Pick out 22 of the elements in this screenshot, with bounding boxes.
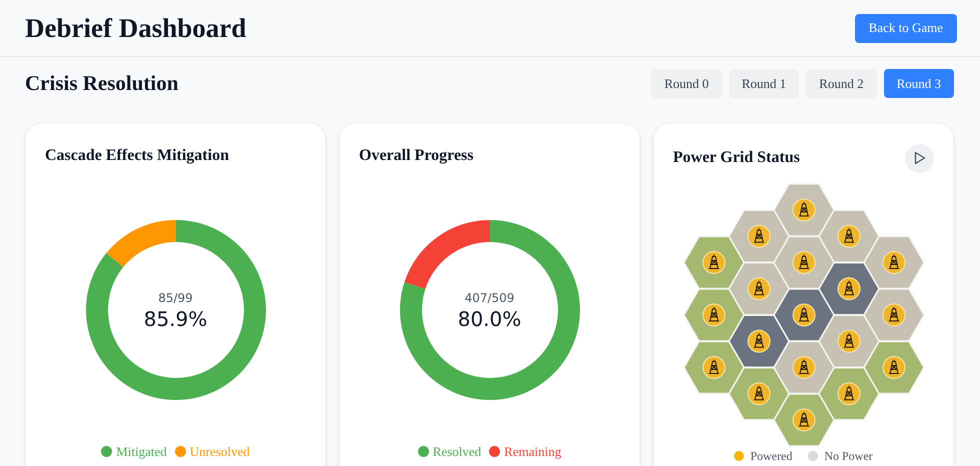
legend-label: Powered (750, 448, 792, 464)
round-tab[interactable]: Round 0 (651, 69, 722, 98)
legend-label: Resolved (432, 442, 482, 460)
round-tab[interactable]: Round 1 (728, 69, 800, 98)
legend-label: Mitigated (116, 442, 167, 461)
percent-value: 85.9% (144, 306, 208, 330)
back-button[interactable]: Back to Game (854, 14, 957, 42)
card-title: Overall Progress (359, 146, 474, 166)
card-title: Cascade Effects Mitigation (45, 146, 230, 166)
page-title: Debrief Dashboard (25, 12, 246, 45)
round-tab[interactable]: Round 3 (884, 69, 954, 98)
round-tab[interactable]: Round 2 (806, 69, 877, 98)
legend-label: Unresolved (190, 442, 250, 460)
play-icon (914, 151, 926, 165)
count-label: 85/99 (158, 290, 193, 306)
legend-label: No Power (824, 448, 873, 464)
play-button[interactable] (905, 144, 934, 172)
legend-label: Remaining (504, 442, 562, 461)
percent-value: 80.0% (458, 306, 522, 330)
card-title: Power Grid Status (673, 148, 800, 168)
count-label: 407/509 (464, 290, 514, 306)
section-title: Crisis Resolution (25, 70, 178, 97)
